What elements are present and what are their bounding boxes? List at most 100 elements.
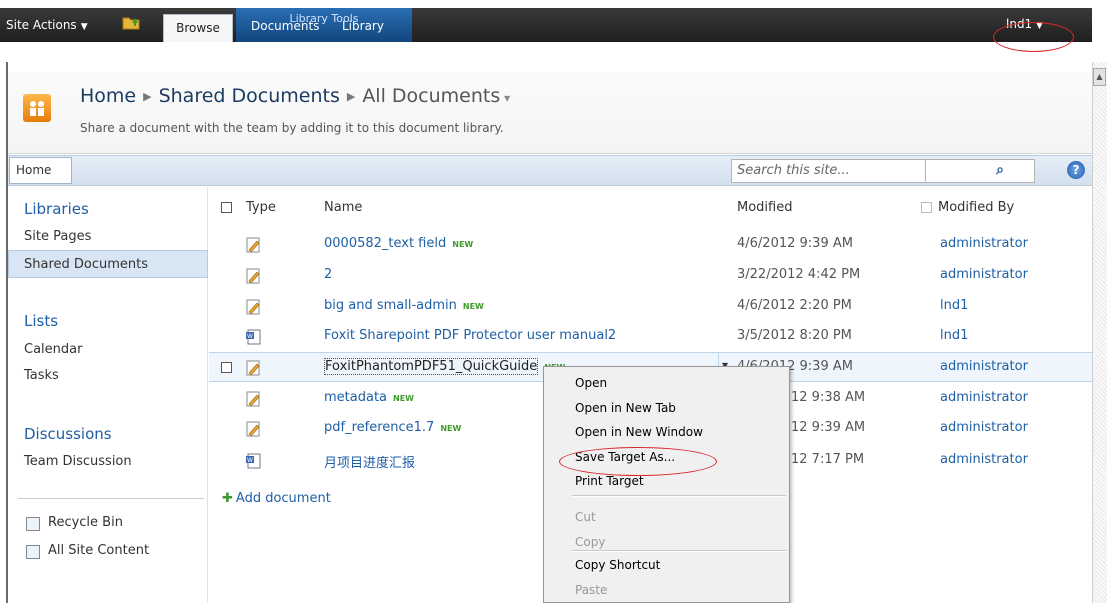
- context-menu-item: Paste: [575, 583, 608, 597]
- row-name-link[interactable]: big and small-admin NEW: [324, 298, 484, 313]
- svg-text:W: W: [247, 457, 253, 464]
- context-menu-item[interactable]: Copy Shortcut: [575, 558, 660, 572]
- column-header-type[interactable]: Type: [246, 200, 276, 215]
- scroll-up-icon[interactable]: ▲: [1093, 68, 1106, 86]
- search-button[interactable]: ⌕: [925, 159, 1035, 183]
- column-header-modified-by[interactable]: Modified By: [938, 200, 1014, 215]
- row-modified-by-link[interactable]: lnd1: [940, 328, 968, 343]
- modified-by-checkbox[interactable]: [921, 202, 932, 213]
- row-modified-by-link[interactable]: lnd1: [940, 298, 968, 313]
- breadcrumb-home[interactable]: Home: [80, 85, 136, 107]
- sidebar-item-tasks[interactable]: Tasks: [24, 368, 59, 383]
- edit-doc-icon[interactable]: [246, 237, 261, 253]
- row-name-label: pdf_reference1.7: [324, 420, 435, 435]
- new-badge: NEW: [393, 394, 414, 403]
- new-badge: NEW: [452, 240, 474, 249]
- edit-doc-icon[interactable]: [246, 299, 261, 315]
- annotation-circle-user: [993, 22, 1074, 52]
- row-name-link[interactable]: 2: [324, 267, 332, 282]
- row-name-link[interactable]: metadata NEW: [324, 390, 414, 405]
- vertical-scrollbar[interactable]: [1092, 62, 1107, 603]
- top-nav-home[interactable]: Home: [9, 157, 72, 184]
- select-all-checkbox[interactable]: [221, 202, 232, 213]
- column-header-name[interactable]: Name: [324, 200, 362, 215]
- row-name-link[interactable]: 0000582_text field NEW: [324, 236, 473, 251]
- top-strip: [0, 0, 1107, 8]
- new-badge: NEW: [440, 424, 462, 433]
- row-modified: 4/6/2012 9:39 AM: [737, 236, 853, 251]
- site-actions-menu[interactable]: Site Actions ▼: [6, 18, 88, 32]
- search-icon: ⌕: [996, 162, 1004, 178]
- edit-doc-icon[interactable]: [246, 391, 261, 407]
- row-modified: 4/6/2012 2:20 PM: [737, 298, 852, 313]
- context-menu-item: Cut: [575, 510, 596, 524]
- search-input[interactable]: Search this site...: [731, 159, 926, 183]
- row-modified: 3/5/2012 8:20 PM: [737, 328, 852, 343]
- row-name-label: 0000582_text field: [324, 236, 447, 251]
- caret-down-icon: ▼: [80, 22, 88, 32]
- row-modified: 12 9:39 AM: [791, 420, 866, 435]
- row-modified-by-link[interactable]: administrator: [940, 420, 1028, 435]
- tab-documents[interactable]: Documents: [251, 19, 319, 33]
- row-modified-by-link[interactable]: administrator: [940, 390, 1028, 405]
- context-menu-item[interactable]: Open in New Tab: [575, 401, 676, 415]
- context-menu-item[interactable]: Open: [575, 376, 607, 390]
- sidebar-item-all-site-content[interactable]: All Site Content: [48, 543, 149, 558]
- row-modified-by-link[interactable]: administrator: [940, 267, 1028, 282]
- row-modified-by-link[interactable]: administrator: [940, 359, 1028, 374]
- breadcrumb-sep-icon: ▶: [143, 90, 152, 103]
- all-site-content-icon: [26, 545, 40, 559]
- new-badge: NEW: [462, 302, 484, 311]
- view-dropdown-icon[interactable]: ▾: [500, 91, 510, 105]
- context-menu-separator: [572, 550, 786, 552]
- word-doc-icon[interactable]: W: [246, 453, 261, 469]
- tab-library[interactable]: Library: [342, 19, 384, 33]
- row-name-link[interactable]: 月项目进度汇报: [324, 452, 415, 471]
- context-menu-item[interactable]: Print Target: [575, 474, 644, 488]
- sidebar-heading-lists[interactable]: Lists: [24, 312, 58, 330]
- sidebar-heading-discussions[interactable]: Discussions: [24, 425, 112, 443]
- row-modified: 3/22/2012 4:42 PM: [737, 267, 861, 282]
- help-icon[interactable]: ?: [1067, 161, 1085, 179]
- sharepoint-window: { "ribbon": { "site_actions": "Site Acti…: [0, 0, 1107, 603]
- row-modified-by-link[interactable]: administrator: [940, 236, 1028, 251]
- row-name-link[interactable]: FoxitPhantomPDF51_QuickGuideNEW: [324, 358, 565, 375]
- annotation-circle-save-target: [559, 447, 717, 476]
- context-menu-item: Copy: [575, 535, 606, 549]
- row-name-link[interactable]: pdf_reference1.7 NEW: [324, 420, 461, 435]
- row-name-label: 2: [324, 267, 333, 282]
- sidebar-divider: [18, 498, 204, 499]
- row-name-label: metadata: [324, 390, 388, 405]
- row-name-label: big and small-admin: [324, 298, 457, 313]
- row-modified-by-link[interactable]: administrator: [940, 452, 1028, 467]
- sidebar-item-calendar[interactable]: Calendar: [24, 342, 82, 357]
- sidebar-item-team-discussion[interactable]: Team Discussion: [24, 454, 132, 469]
- breadcrumb-shared-documents[interactable]: Shared Documents: [159, 85, 340, 107]
- word-doc-icon[interactable]: W: [246, 329, 261, 345]
- row-name-label: FoxitPhantomPDF51_QuickGuide: [324, 358, 539, 375]
- sidebar-item-shared-documents[interactable]: Shared Documents: [24, 257, 148, 272]
- context-menu-item[interactable]: Open in New Window: [575, 425, 703, 439]
- tab-browse[interactable]: Browse: [163, 14, 233, 42]
- add-icon: ✚: [222, 491, 233, 506]
- sidebar-item-site-pages[interactable]: Site Pages: [24, 229, 91, 244]
- add-document-link[interactable]: ✚ Add document: [222, 491, 331, 506]
- column-header-modified[interactable]: Modified: [737, 200, 792, 215]
- row-name-label: 月项目进度汇报: [324, 456, 416, 471]
- sidebar-item-recycle-bin[interactable]: Recycle Bin: [48, 515, 123, 530]
- edit-doc-icon[interactable]: [246, 360, 261, 376]
- edit-doc-icon[interactable]: [246, 421, 261, 437]
- edit-doc-icon[interactable]: [246, 268, 261, 284]
- row-name-link[interactable]: Foxit Sharepoint PDF Protector user manu…: [324, 328, 616, 343]
- site-actions-label: Site Actions: [6, 18, 77, 32]
- breadcrumb-sep-icon: ▶: [346, 90, 356, 103]
- recycle-bin-icon: [26, 517, 40, 531]
- navigate-up-icon[interactable]: [122, 14, 140, 30]
- page-description: Share a document with the team by adding…: [80, 121, 504, 135]
- row-checkbox[interactable]: [221, 362, 232, 373]
- sidebar-heading-libraries[interactable]: Libraries: [24, 200, 89, 218]
- svg-text:W: W: [247, 333, 253, 340]
- breadcrumb-all-documents[interactable]: All Documents: [362, 85, 500, 107]
- site-logo-icon: [23, 94, 51, 122]
- context-menu-separator: [572, 495, 786, 497]
